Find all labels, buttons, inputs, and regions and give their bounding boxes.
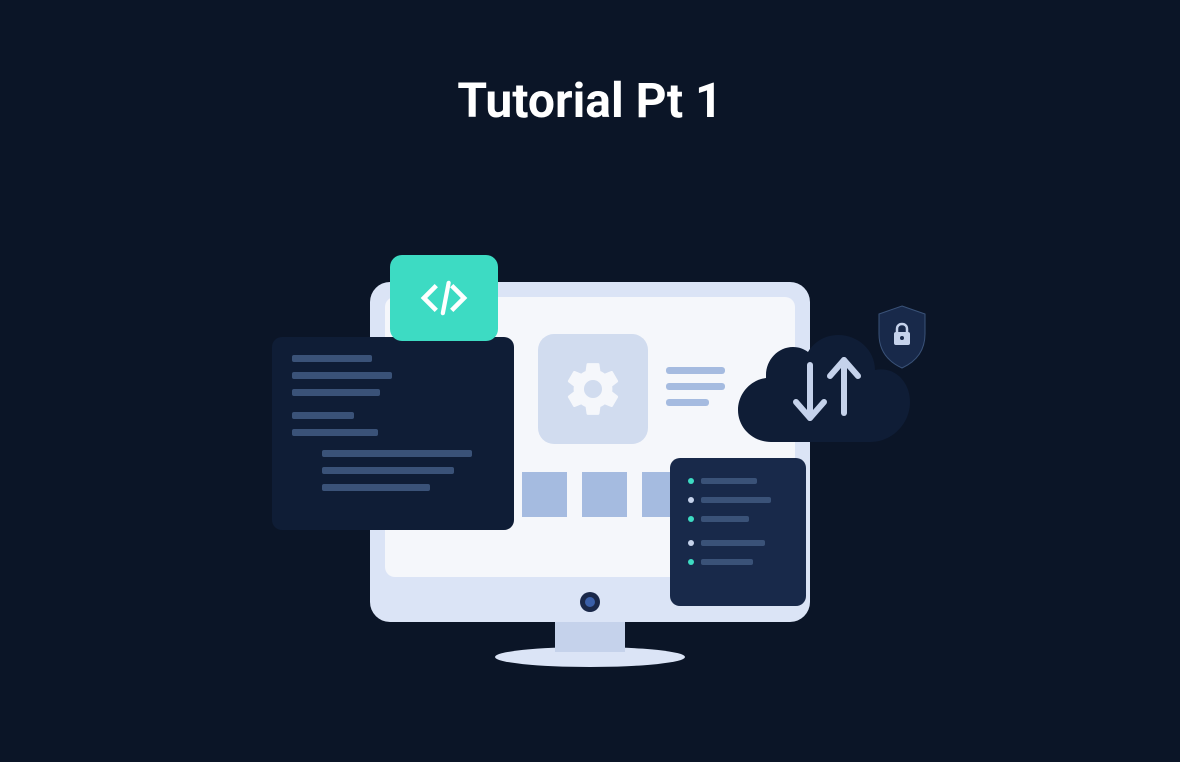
security-shield-icon xyxy=(875,304,929,370)
code-brackets-icon xyxy=(390,255,498,341)
thumbnail-squares xyxy=(522,472,687,517)
thumbnail-square xyxy=(582,472,627,517)
code-editor-panel xyxy=(272,337,514,530)
tutorial-illustration xyxy=(240,272,940,722)
webcam-icon xyxy=(580,592,600,612)
code-snippet-panel xyxy=(670,458,806,606)
page-title: Tutorial Pt 1 xyxy=(0,72,1180,129)
hamburger-lines-icon xyxy=(666,367,725,415)
monitor-neck xyxy=(555,622,625,652)
gear-icon xyxy=(538,334,648,444)
thumbnail-square xyxy=(522,472,567,517)
